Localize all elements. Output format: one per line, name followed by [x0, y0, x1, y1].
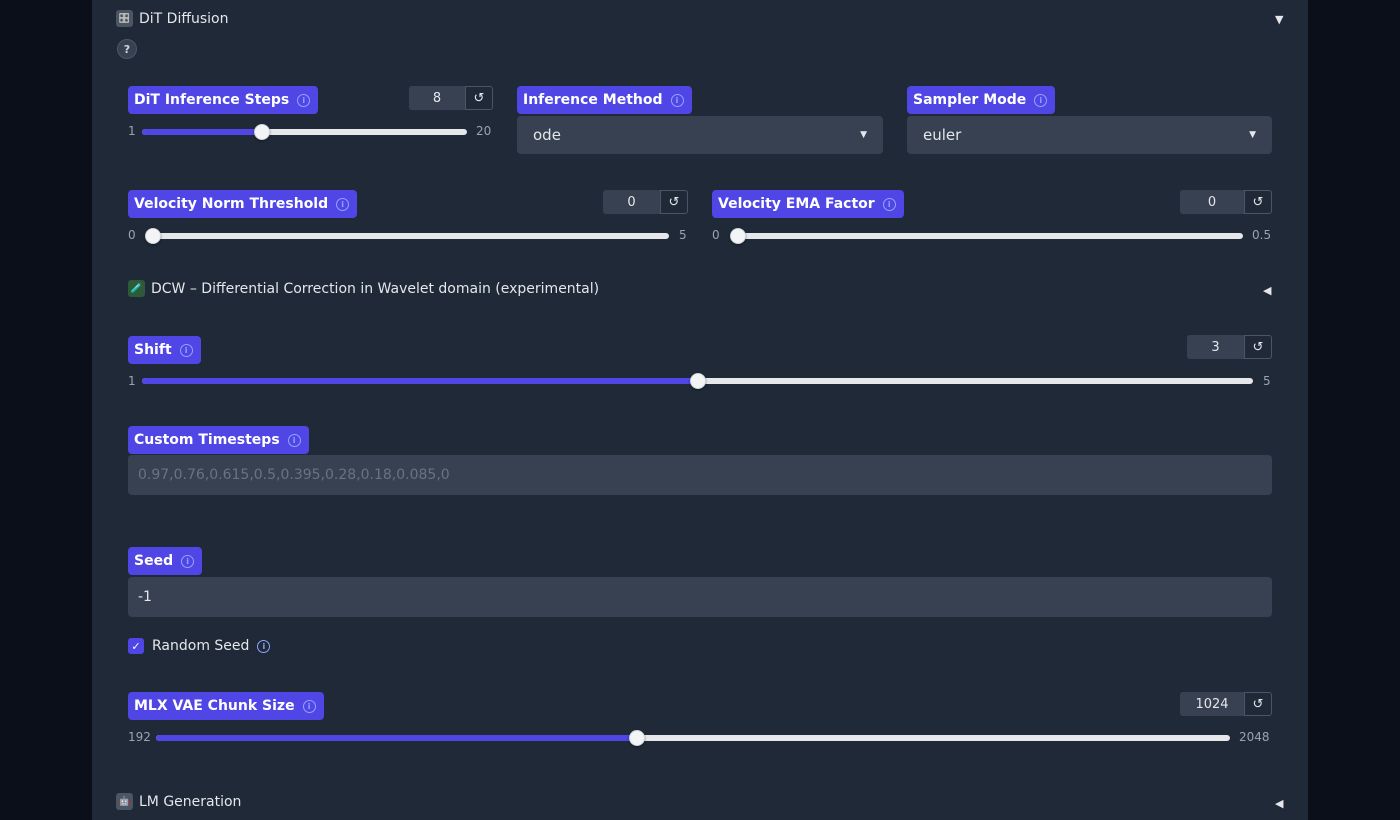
info-icon[interactable]: i	[181, 554, 195, 568]
velocity-norm-number: ↺	[603, 190, 688, 214]
inference-steps-input[interactable]	[409, 86, 465, 110]
velocity-ema-slider[interactable]	[730, 228, 1243, 244]
inference-steps-label-text: DiT Inference Steps	[134, 92, 290, 108]
inference-method-label-text: Inference Method	[523, 92, 663, 108]
dit-diffusion-title: DiT Diffusion	[139, 10, 229, 27]
inference-steps-number: ↺	[409, 86, 493, 110]
velocity-ema-min: 0	[712, 228, 720, 242]
shift-input[interactable]	[1187, 335, 1244, 359]
slider-thumb[interactable]	[730, 228, 746, 244]
vae-chunk-number: ↺	[1180, 692, 1272, 716]
seed-label-text: Seed	[134, 553, 174, 569]
expand-caret-icon[interactable]: ◀	[1275, 797, 1283, 810]
inference-steps-slider[interactable]	[142, 124, 467, 140]
custom-timesteps-placeholder: 0.97,0.76,0.615,0.5,0.395,0.28,0.18,0.08…	[138, 467, 450, 483]
vae-chunk-label-text: MLX VAE Chunk Size	[134, 698, 295, 714]
random-seed-label: Random Seed	[152, 638, 250, 654]
control-knobs-icon: 🎛️	[116, 10, 133, 27]
inference-method-label: Inference Method i	[517, 86, 692, 114]
velocity-ema-max: 0.5	[1252, 228, 1272, 242]
reset-icon[interactable]: ↺	[1244, 335, 1272, 359]
check-icon: ✓	[131, 639, 141, 653]
slider-fill	[156, 735, 638, 741]
sampler-mode-value: euler	[923, 126, 962, 144]
dropdown-arrow-icon: ▼	[860, 130, 867, 140]
expand-caret-icon[interactable]: ◀	[1263, 284, 1271, 297]
slider-fill	[142, 129, 262, 135]
test-tube-icon: 🧪	[128, 280, 145, 297]
lm-generation-title: LM Generation	[139, 793, 242, 810]
help-button[interactable]: ?	[117, 39, 137, 59]
velocity-norm-max: 5	[679, 228, 687, 242]
inference-method-value: ode	[533, 126, 561, 144]
random-seed-checkbox[interactable]: ✓	[128, 638, 144, 654]
sampler-mode-dropdown[interactable]: euler ▼	[907, 116, 1272, 154]
dcw-header[interactable]: 🧪 DCW – Differential Correction in Wavel…	[128, 280, 599, 297]
info-icon[interactable]: i	[179, 343, 193, 357]
slider-fill	[142, 378, 698, 384]
reset-icon[interactable]: ↺	[1244, 190, 1272, 214]
robot-icon: 🤖	[116, 793, 133, 810]
vae-chunk-label: MLX VAE Chunk Size i	[128, 692, 324, 720]
slider-thumb[interactable]	[629, 730, 646, 746]
collapse-caret-icon[interactable]: ▼	[1275, 13, 1283, 26]
seed-value: -1	[138, 589, 152, 605]
info-icon[interactable]: i	[336, 197, 350, 211]
velocity-ema-input[interactable]	[1180, 190, 1244, 214]
custom-timesteps-input[interactable]: 0.97,0.76,0.615,0.5,0.395,0.28,0.18,0.08…	[128, 455, 1272, 495]
vae-chunk-min: 192	[128, 730, 151, 744]
info-icon[interactable]: i	[670, 93, 684, 107]
reset-icon[interactable]: ↺	[660, 190, 688, 214]
velocity-norm-slider[interactable]	[145, 228, 669, 244]
velocity-ema-label-text: Velocity EMA Factor	[718, 196, 875, 212]
settings-panel: 🎛️ DiT Diffusion ▼ ? DiT Inference Steps…	[92, 0, 1308, 820]
info-icon[interactable]: i	[257, 639, 271, 653]
custom-timesteps-label-text: Custom Timesteps	[134, 432, 280, 448]
slider-thumb[interactable]	[689, 373, 706, 389]
velocity-norm-min: 0	[128, 228, 136, 242]
velocity-ema-label: Velocity EMA Factor i	[712, 190, 904, 218]
shift-min: 1	[128, 374, 136, 388]
shift-label: Shift i	[128, 336, 201, 364]
shift-number: ↺	[1187, 335, 1272, 359]
sampler-mode-label-text: Sampler Mode	[913, 92, 1027, 108]
shift-label-text: Shift	[134, 342, 172, 358]
reset-icon[interactable]: ↺	[1244, 692, 1272, 716]
custom-timesteps-label: Custom Timesteps i	[128, 426, 309, 454]
slider-thumb[interactable]	[253, 124, 270, 140]
inference-steps-min: 1	[128, 124, 136, 138]
sampler-mode-label: Sampler Mode i	[907, 86, 1056, 114]
info-icon[interactable]: i	[302, 699, 316, 713]
velocity-norm-label: Velocity Norm Threshold i	[128, 190, 358, 218]
slider-thumb[interactable]	[145, 228, 161, 244]
info-icon[interactable]: i	[882, 197, 896, 211]
velocity-norm-label-text: Velocity Norm Threshold	[134, 196, 329, 212]
info-icon[interactable]: i	[287, 433, 301, 447]
vae-chunk-input[interactable]	[1180, 692, 1244, 716]
vae-chunk-max: 2048	[1239, 730, 1270, 744]
random-seed-checkbox-row: ✓ Random Seed i	[128, 638, 271, 654]
reset-icon[interactable]: ↺	[465, 86, 493, 110]
lm-generation-header[interactable]: 🤖 LM Generation	[116, 793, 241, 810]
dcw-title: DCW – Differential Correction in Wavelet…	[151, 280, 600, 297]
velocity-ema-number: ↺	[1180, 190, 1272, 214]
dit-diffusion-header[interactable]: 🎛️ DiT Diffusion	[116, 10, 228, 27]
info-icon[interactable]: i	[1034, 93, 1048, 107]
seed-input[interactable]: -1	[128, 577, 1272, 617]
shift-max: 5	[1263, 374, 1271, 388]
info-icon[interactable]: i	[297, 93, 311, 107]
shift-slider[interactable]	[142, 373, 1253, 389]
seed-label: Seed i	[128, 547, 203, 575]
velocity-norm-input[interactable]	[603, 190, 660, 214]
inference-method-dropdown[interactable]: ode ▼	[517, 116, 883, 154]
inference-steps-label: DiT Inference Steps i	[128, 86, 319, 114]
inference-steps-max: 20	[476, 124, 492, 138]
dropdown-arrow-icon: ▼	[1249, 130, 1256, 140]
vae-chunk-slider[interactable]	[156, 730, 1230, 746]
